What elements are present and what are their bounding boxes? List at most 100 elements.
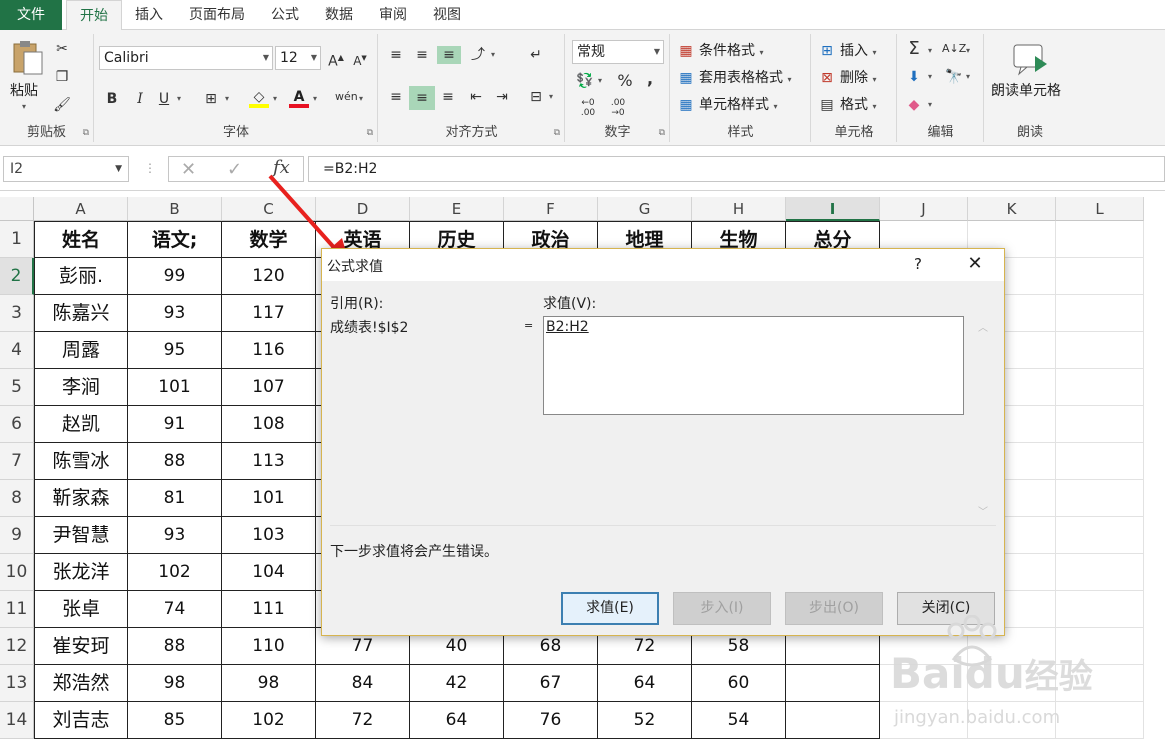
table-cell[interactable]: [1056, 295, 1144, 332]
decrease-decimal-icon[interactable]: .00 →0: [606, 98, 630, 118]
table-cell[interactable]: 98: [222, 665, 316, 702]
column-header-f[interactable]: F: [504, 197, 598, 221]
table-cell[interactable]: 64: [598, 665, 692, 702]
borders-icon[interactable]: ⊞: [201, 90, 221, 108]
enter-icon[interactable]: ✓: [227, 159, 242, 180]
font-color-icon[interactable]: A: [289, 88, 309, 108]
table-cell[interactable]: 102: [222, 702, 316, 739]
row-header[interactable]: 8: [0, 480, 34, 517]
table-cell[interactable]: 崔安珂: [34, 628, 128, 665]
fill-color-dropdown-icon[interactable]: ▾: [273, 94, 277, 103]
format-cells-button[interactable]: 格式 ▾: [840, 96, 876, 116]
evaluate-button[interactable]: 求值(E): [561, 592, 659, 625]
scroll-down-icon[interactable]: ﹀: [978, 503, 988, 518]
row-header[interactable]: 6: [0, 406, 34, 443]
table-cell[interactable]: [1056, 517, 1144, 554]
table-cell[interactable]: 88: [128, 628, 222, 665]
table-cell[interactable]: 93: [128, 295, 222, 332]
percent-button[interactable]: %: [614, 72, 636, 90]
table-cell[interactable]: [786, 702, 880, 739]
sort-filter-icon[interactable]: A↓Z: [942, 40, 966, 58]
tab-3[interactable]: 页面布局: [176, 0, 258, 30]
orientation-dropdown-icon[interactable]: ▾: [491, 50, 495, 59]
table-cell[interactable]: [1056, 258, 1144, 295]
fill-color-icon[interactable]: ◇: [249, 88, 269, 108]
row-header[interactable]: 11: [0, 591, 34, 628]
cell-styles-button[interactable]: 单元格样式 ▾: [699, 96, 777, 116]
table-cell[interactable]: 85: [128, 702, 222, 739]
table-cell[interactable]: 98: [128, 665, 222, 702]
table-cell[interactable]: [968, 702, 1056, 739]
table-cell[interactable]: 99: [128, 258, 222, 295]
table-cell[interactable]: 95: [128, 332, 222, 369]
tab-5[interactable]: 数据: [312, 0, 366, 30]
table-cell[interactable]: [1056, 628, 1144, 665]
merge-dropdown-icon[interactable]: ▾: [549, 92, 553, 101]
row-header[interactable]: 3: [0, 295, 34, 332]
speak-cells-icon[interactable]: [1011, 42, 1049, 78]
table-cell[interactable]: 116: [222, 332, 316, 369]
table-cell[interactable]: 54: [692, 702, 786, 739]
fill-dropdown-icon[interactable]: ▾: [928, 72, 932, 81]
table-cell[interactable]: 107: [222, 369, 316, 406]
table-cell[interactable]: [1056, 406, 1144, 443]
align-middle-icon[interactable]: ≡: [411, 46, 433, 64]
table-cell[interactable]: [786, 665, 880, 702]
row-header[interactable]: 10: [0, 554, 34, 591]
align-left-icon[interactable]: ≡: [385, 88, 407, 106]
row-header[interactable]: 2: [0, 258, 34, 295]
step-out-button[interactable]: 步出(O): [785, 592, 883, 625]
table-header-cell[interactable]: 语文;: [128, 221, 222, 258]
paste-dropdown-icon[interactable]: ▾: [22, 102, 26, 111]
decrease-indent-icon[interactable]: ⇤: [465, 88, 487, 106]
table-cell[interactable]: 88: [128, 443, 222, 480]
borders-dropdown-icon[interactable]: ▾: [225, 94, 229, 103]
insert-cells-button[interactable]: 插入 ▾: [840, 42, 876, 62]
sort-dropdown-icon[interactable]: ▾: [966, 46, 970, 55]
row-header[interactable]: 12: [0, 628, 34, 665]
table-cell[interactable]: 102: [128, 554, 222, 591]
table-cell[interactable]: [1056, 554, 1144, 591]
italic-button[interactable]: I: [131, 90, 149, 108]
table-header-cell[interactable]: [1056, 221, 1144, 258]
table-cell[interactable]: 74: [128, 591, 222, 628]
cut-icon[interactable]: ✂: [52, 40, 72, 58]
accounting-dropdown-icon[interactable]: ▾: [598, 76, 602, 85]
find-select-icon[interactable]: 🔭: [944, 68, 964, 86]
evaluation-box[interactable]: B2:H2: [543, 316, 964, 415]
table-cell[interactable]: 117: [222, 295, 316, 332]
number-launcher-icon[interactable]: ⧉: [659, 128, 665, 138]
font-launcher-icon[interactable]: ⧉: [367, 128, 373, 138]
formula-input[interactable]: =B2:H2: [308, 156, 1165, 182]
table-cell[interactable]: 103: [222, 517, 316, 554]
bold-button[interactable]: B: [103, 90, 121, 108]
table-cell[interactable]: [1056, 665, 1144, 702]
tab-4[interactable]: 公式: [258, 0, 312, 30]
table-cell[interactable]: [968, 665, 1056, 702]
row-header[interactable]: 13: [0, 665, 34, 702]
table-format-button[interactable]: 套用表格格式 ▾: [699, 69, 791, 89]
table-cell[interactable]: 张龙洋: [34, 554, 128, 591]
column-header-l[interactable]: L: [1056, 197, 1144, 221]
table-format-icon[interactable]: ▦: [677, 69, 695, 87]
table-cell[interactable]: 彭丽.: [34, 258, 128, 295]
paste-icon[interactable]: [10, 38, 44, 78]
align-center-icon[interactable]: ≡: [409, 86, 435, 110]
tab-2[interactable]: 插入: [122, 0, 176, 30]
table-cell[interactable]: 108: [222, 406, 316, 443]
table-cell[interactable]: [1056, 332, 1144, 369]
help-icon[interactable]: ?: [908, 254, 928, 274]
table-cell[interactable]: 周露: [34, 332, 128, 369]
accounting-format-icon[interactable]: 💱: [574, 72, 596, 90]
find-dropdown-icon[interactable]: ▾: [966, 72, 970, 81]
column-header-h[interactable]: H: [692, 197, 786, 221]
table-cell[interactable]: 113: [222, 443, 316, 480]
table-cell[interactable]: 尹智慧: [34, 517, 128, 554]
table-cell[interactable]: 81: [128, 480, 222, 517]
number-format-select[interactable]: 常规 ▼: [572, 40, 664, 64]
delete-cells-icon[interactable]: ⊠: [818, 69, 836, 87]
name-box[interactable]: I2 ▼: [3, 156, 129, 182]
row-header[interactable]: 7: [0, 443, 34, 480]
row-header[interactable]: 4: [0, 332, 34, 369]
table-cell[interactable]: 52: [598, 702, 692, 739]
